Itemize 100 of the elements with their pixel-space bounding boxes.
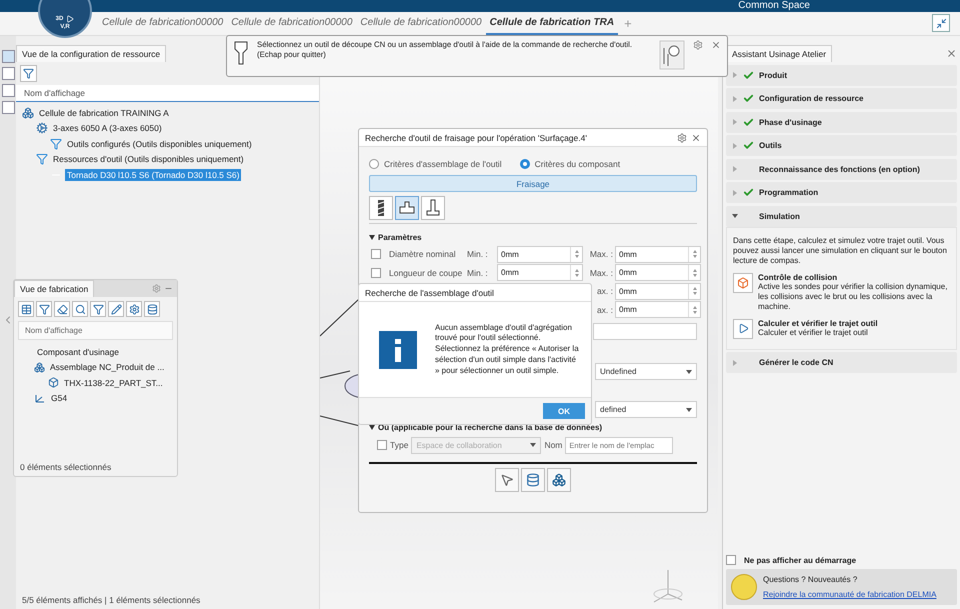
cell-icon xyxy=(22,106,34,119)
max-label: Max. : xyxy=(588,268,613,278)
tree-item[interactable]: Composant d'usinage xyxy=(35,346,121,358)
step-header[interactable]: Simulation xyxy=(726,206,957,226)
step-header[interactable]: Produit xyxy=(726,64,957,86)
tool-type-button[interactable] xyxy=(369,196,393,220)
step-header[interactable]: Phase d'usinage xyxy=(726,112,957,132)
checkbox[interactable] xyxy=(371,268,381,278)
panel-toggle-icon[interactable] xyxy=(2,50,14,63)
axis-icon xyxy=(34,392,46,404)
radio-option[interactable]: Critères d'assemblage de l'outil xyxy=(369,159,502,169)
tree-item[interactable]: G54 xyxy=(49,392,70,404)
max-field[interactable]: 0mm xyxy=(615,264,701,282)
tool-search-icon[interactable] xyxy=(659,40,685,70)
panel-toggle-icon[interactable] xyxy=(2,84,14,97)
filter-icon xyxy=(36,153,48,166)
edit-icon[interactable] xyxy=(108,301,124,317)
min-field[interactable]: 0mm xyxy=(497,264,583,282)
type-label: Type xyxy=(390,440,408,450)
tool-type-button[interactable] xyxy=(421,196,445,220)
filter-icon[interactable] xyxy=(36,301,52,317)
panel-toggle-icon[interactable] xyxy=(2,67,14,80)
tree-view-icon[interactable] xyxy=(20,65,37,82)
dialog-title: Recherche d'outil de fraisage pour l'opération 'Surfaçage.4' xyxy=(365,132,587,142)
radio-option[interactable]: Critères du composant xyxy=(520,159,620,169)
dropdown[interactable]: defined xyxy=(595,401,697,418)
category-bar[interactable]: Fraisage xyxy=(369,175,697,192)
tree-item[interactable]: 3-axes 6050 A (3-axes 6050) xyxy=(51,122,164,134)
step-header[interactable]: Outils xyxy=(726,135,957,156)
name-label: Nom xyxy=(544,440,562,450)
max-field[interactable]: 0mm xyxy=(615,282,701,300)
expand-icon xyxy=(732,72,738,78)
collision-icon[interactable] xyxy=(733,272,753,293)
tree-item[interactable]: Outils configurés (Outils disponibles uniquement) xyxy=(65,138,254,150)
play-icon xyxy=(66,15,74,23)
action-title[interactable]: Contrôle de collision xyxy=(758,272,952,282)
tree-item[interactable]: Ressources d'outil (Outils disponibles uniquement) xyxy=(51,153,246,166)
tree-item[interactable]: Tornado D30 l10.5 S6 (Tornado D30 l10.5 S6) xyxy=(65,168,242,181)
tool-type-button[interactable] xyxy=(395,196,419,220)
tree-item[interactable]: Cellule de fabrication TRAINING A xyxy=(37,106,171,119)
max-field[interactable]: 0mm xyxy=(615,246,701,263)
workspace-name[interactable]: Common Space xyxy=(738,0,810,12)
eraser-icon[interactable] xyxy=(54,301,70,317)
panel-tab[interactable]: Vue de la configuration de ressource xyxy=(16,45,166,62)
settings-icon[interactable] xyxy=(677,132,687,142)
close-icon[interactable] xyxy=(691,132,701,142)
checkbox-label: Ne pas afficher au démarrage xyxy=(744,556,856,564)
parameter-label: Diamètre nominal xyxy=(389,249,457,260)
status-text: 0 éléments sélectionnés xyxy=(19,461,112,474)
step-header[interactable]: Programmation xyxy=(726,182,957,203)
filter-icon[interactable] xyxy=(90,301,106,317)
min-label: Min. : xyxy=(467,268,489,278)
database-search-button[interactable] xyxy=(521,468,545,492)
section-title[interactable]: Paramètres xyxy=(369,233,697,242)
search-icon[interactable] xyxy=(72,301,88,317)
banner-title: Questions ? Nouveautés ? xyxy=(763,574,858,586)
tree-item[interactable]: THX-1138-22_PART_ST... xyxy=(62,376,165,389)
table-icon[interactable] xyxy=(18,301,34,317)
dropdown[interactable]: Undefined xyxy=(595,363,697,380)
step-header[interactable]: Configuration de ressource xyxy=(726,88,957,109)
collapse-button[interactable] xyxy=(932,14,950,32)
tree-item[interactable]: Assemblage NC_Produit de ... xyxy=(48,361,166,374)
save-icon[interactable] xyxy=(144,301,160,317)
select-button[interactable] xyxy=(495,468,519,492)
checkbox[interactable] xyxy=(726,555,736,565)
expand-icon xyxy=(732,142,738,148)
panel-tab[interactable]: Assistant Usinage Atelier xyxy=(726,45,832,62)
max-label: ax. : xyxy=(596,304,613,315)
column-header: Nom d'affichage xyxy=(18,321,173,340)
toolpath-icon[interactable] xyxy=(733,318,753,339)
catalog-button[interactable] xyxy=(547,468,571,492)
panel-tab[interactable]: Vue de fabrication xyxy=(14,280,94,297)
checkbox[interactable] xyxy=(371,249,381,260)
collapse-icon xyxy=(732,213,738,219)
expand-icon xyxy=(732,119,738,125)
bulb-icon xyxy=(731,574,757,600)
collapse-icon xyxy=(936,18,946,28)
panel-toggle-icon[interactable] xyxy=(2,101,14,114)
community-link[interactable]: Rejoindre la communauté de fabrication DELMIA xyxy=(763,590,936,600)
action-title[interactable]: Calculer et vérifier le trajet outil xyxy=(758,318,878,328)
min-field[interactable]: 0mm xyxy=(497,246,583,263)
step-description: Dans cette étape, calculez et simulez votre trajet outil. Vous pouvez aussi lancer une simulation en cliquant sur le bouton lecture de compas. xyxy=(733,236,948,267)
database-icon xyxy=(526,473,540,487)
min-label: Min. : xyxy=(467,249,489,260)
close-icon[interactable] xyxy=(946,48,957,59)
max-field[interactable]: 0mm xyxy=(615,301,701,318)
drill-icon xyxy=(375,199,387,217)
step-header[interactable]: Reconnaissance des fonctions (en option) xyxy=(726,158,957,180)
settings-icon[interactable] xyxy=(126,301,142,317)
close-icon[interactable] xyxy=(711,40,721,50)
text-field[interactable] xyxy=(593,323,697,340)
document-tab[interactable]: Cellule de fabrication00000 xyxy=(356,17,486,35)
step-header[interactable]: Générer le code CN xyxy=(726,352,957,374)
settings-icon[interactable] xyxy=(693,40,703,50)
filter-icon xyxy=(50,138,62,150)
expand-icon xyxy=(732,166,738,172)
document-tab[interactable]: Cellule de fabrication00000 xyxy=(227,17,356,35)
checkbox[interactable] xyxy=(377,440,387,450)
document-tab[interactable]: Cellule de fabrication00000 xyxy=(98,17,228,35)
face-mill-icon xyxy=(398,201,416,215)
